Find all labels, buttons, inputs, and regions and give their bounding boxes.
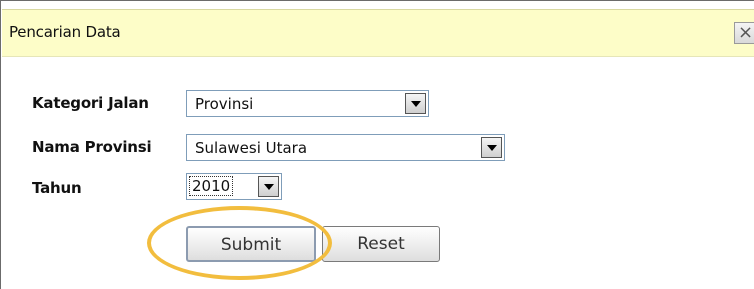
- kategori-jalan-value: Provinsi: [195, 95, 254, 113]
- close-button[interactable]: ×: [734, 22, 754, 44]
- dialog-title: Pencarian Data: [9, 23, 121, 41]
- nama-provinsi-label: Nama Provinsi: [32, 138, 152, 156]
- chevron-down-icon[interactable]: [405, 93, 426, 114]
- close-icon: ×: [738, 22, 754, 43]
- reset-button[interactable]: Reset: [322, 226, 440, 262]
- tahun-label: Tahun: [32, 179, 82, 197]
- kategori-jalan-label: Kategori Jalan: [32, 94, 149, 112]
- kategori-jalan-select[interactable]: Provinsi: [186, 90, 429, 117]
- chevron-down-icon[interactable]: [481, 137, 502, 158]
- submit-button[interactable]: Submit: [186, 226, 316, 262]
- chevron-down-icon[interactable]: [258, 176, 279, 197]
- tahun-select[interactable]: 2010: [186, 173, 282, 200]
- nama-provinsi-select[interactable]: Sulawesi Utara: [186, 134, 505, 161]
- nama-provinsi-value: Sulawesi Utara: [195, 139, 308, 157]
- tahun-value: 2010: [188, 176, 234, 196]
- search-dialog: Pencarian Data × Kategori Jalan Provinsi…: [0, 0, 754, 289]
- dialog-titlebar: Pencarian Data ×: [2, 9, 754, 57]
